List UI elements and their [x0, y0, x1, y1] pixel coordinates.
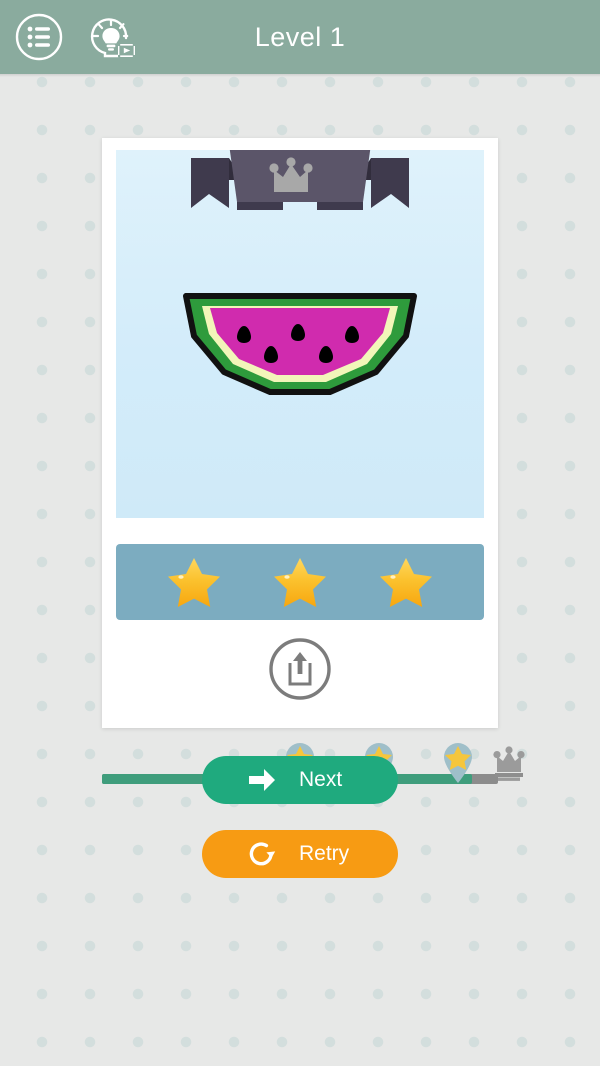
crown-trophy-icon: [488, 746, 530, 784]
retry-button[interactable]: Retry: [202, 830, 398, 878]
app-header: Level 1: [0, 0, 600, 74]
share-row: [102, 636, 498, 702]
star-2: [272, 554, 328, 610]
result-card: [102, 138, 498, 728]
star-1: [166, 554, 222, 610]
header-shadow: [0, 74, 600, 77]
crown-banner: [191, 150, 409, 222]
puzzle-image-panel: [116, 150, 484, 518]
next-button[interactable]: Next: [202, 756, 398, 804]
levels-list-icon[interactable]: [13, 11, 65, 63]
hint-video-icon[interactable]: [85, 11, 137, 63]
refresh-icon: [247, 839, 277, 869]
milestone-star-3[interactable]: [441, 740, 475, 784]
arrow-right-icon: [247, 765, 277, 795]
next-button-label: Next: [299, 768, 343, 791]
star-3: [378, 554, 434, 610]
retry-button-label: Retry: [299, 842, 350, 865]
watermelon-illustration: [180, 290, 420, 400]
share-button[interactable]: [267, 636, 333, 702]
score-stars: [116, 544, 484, 620]
